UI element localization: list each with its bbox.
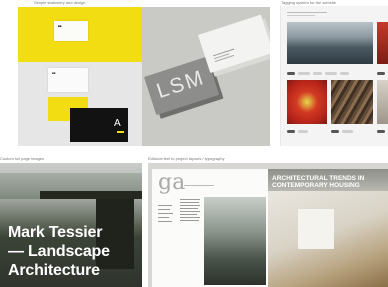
column-text-line bbox=[180, 220, 199, 221]
white-business-card bbox=[198, 14, 270, 74]
column-text-line bbox=[180, 214, 197, 215]
tag-pill[interactable] bbox=[313, 72, 322, 75]
article-heading-line: CONTEMPORARY HOUSING bbox=[272, 182, 360, 189]
stationery-thumbnail[interactable]: ■■ ■■ A bbox=[18, 7, 142, 146]
landscape-architecture-thumbnail[interactable]: Mark Tessier — Landscape Architecture bbox=[0, 163, 142, 287]
photo-partial bbox=[377, 80, 388, 124]
red-photo-partial bbox=[377, 22, 388, 64]
texture-photo bbox=[331, 80, 373, 124]
tile-caption-editorial: Editorial feel to project layouts / typo… bbox=[148, 156, 225, 161]
logo-subtitle-line bbox=[184, 185, 214, 186]
hero-title-line: Architecture bbox=[8, 262, 100, 279]
tag-pill[interactable] bbox=[377, 130, 385, 133]
magazine-left-page: ga bbox=[152, 169, 268, 287]
tag-pill[interactable] bbox=[287, 72, 295, 75]
tag-pill[interactable] bbox=[377, 72, 385, 75]
tile-caption-full-page-images: Custom full page images bbox=[0, 156, 45, 161]
sidebar-text-line bbox=[158, 221, 172, 222]
lsm-logo: LSM bbox=[153, 65, 208, 104]
lsm-business-cards-thumbnail[interactable]: LSM bbox=[142, 7, 270, 146]
column-text-line bbox=[180, 199, 200, 200]
column-text-line bbox=[180, 205, 200, 206]
tree-photo bbox=[204, 197, 266, 285]
article-heading-line: ARCHITECTURAL TRENDS IN bbox=[272, 175, 365, 182]
tag-pill[interactable] bbox=[331, 130, 339, 133]
tag-pill[interactable] bbox=[340, 72, 349, 75]
tile-caption-tagging: Tagging system for the website bbox=[281, 0, 336, 5]
window-light bbox=[298, 209, 334, 249]
yellow-letterhead: ■■ bbox=[18, 7, 142, 62]
header-line bbox=[287, 12, 327, 13]
column-text-line bbox=[180, 202, 199, 203]
column-text-line bbox=[180, 211, 200, 212]
hero-title-line: Mark Tessier bbox=[8, 224, 103, 241]
tag-pill[interactable] bbox=[325, 72, 337, 75]
magazine-right-page: ARCHITECTURAL TRENDS IN CONTEMPORARY HOU… bbox=[268, 169, 388, 287]
white-compliment-card: ■■ bbox=[54, 21, 88, 41]
tag-pill[interactable] bbox=[342, 130, 353, 133]
sidebar-text-line bbox=[158, 209, 170, 210]
hero-title-line: — Landscape bbox=[8, 243, 110, 260]
editorial-layout-thumbnail[interactable]: ga ARCHITECTURAL TRENDS IN CONTEMPORARY … bbox=[148, 163, 388, 287]
column-text-line bbox=[180, 217, 200, 218]
red-artwork-photo bbox=[287, 80, 327, 124]
sidebar-text-line bbox=[158, 213, 173, 214]
ga-logo: ga bbox=[158, 170, 186, 195]
card-logo-mark: ■■ bbox=[58, 24, 62, 28]
house-roofline bbox=[40, 191, 142, 199]
sidebar-text-line bbox=[158, 217, 169, 218]
column-text-line bbox=[180, 208, 198, 209]
tag-pill[interactable] bbox=[298, 72, 310, 75]
card-logo-mark: ■■ bbox=[52, 71, 56, 75]
harbor-photo bbox=[287, 22, 373, 64]
tag-pill[interactable] bbox=[298, 130, 308, 133]
sidebar-text-line bbox=[158, 205, 172, 206]
black-business-card: A bbox=[70, 108, 128, 142]
header-line bbox=[287, 15, 315, 16]
white-business-card: ■■ bbox=[48, 68, 88, 92]
card-letter: A bbox=[114, 118, 121, 129]
tag-pill[interactable] bbox=[287, 130, 295, 133]
tile-caption-stationery: Simple stationery and design bbox=[34, 0, 86, 5]
yellow-accent-bar bbox=[117, 131, 124, 133]
tagging-system-thumbnail[interactable] bbox=[280, 6, 388, 146]
